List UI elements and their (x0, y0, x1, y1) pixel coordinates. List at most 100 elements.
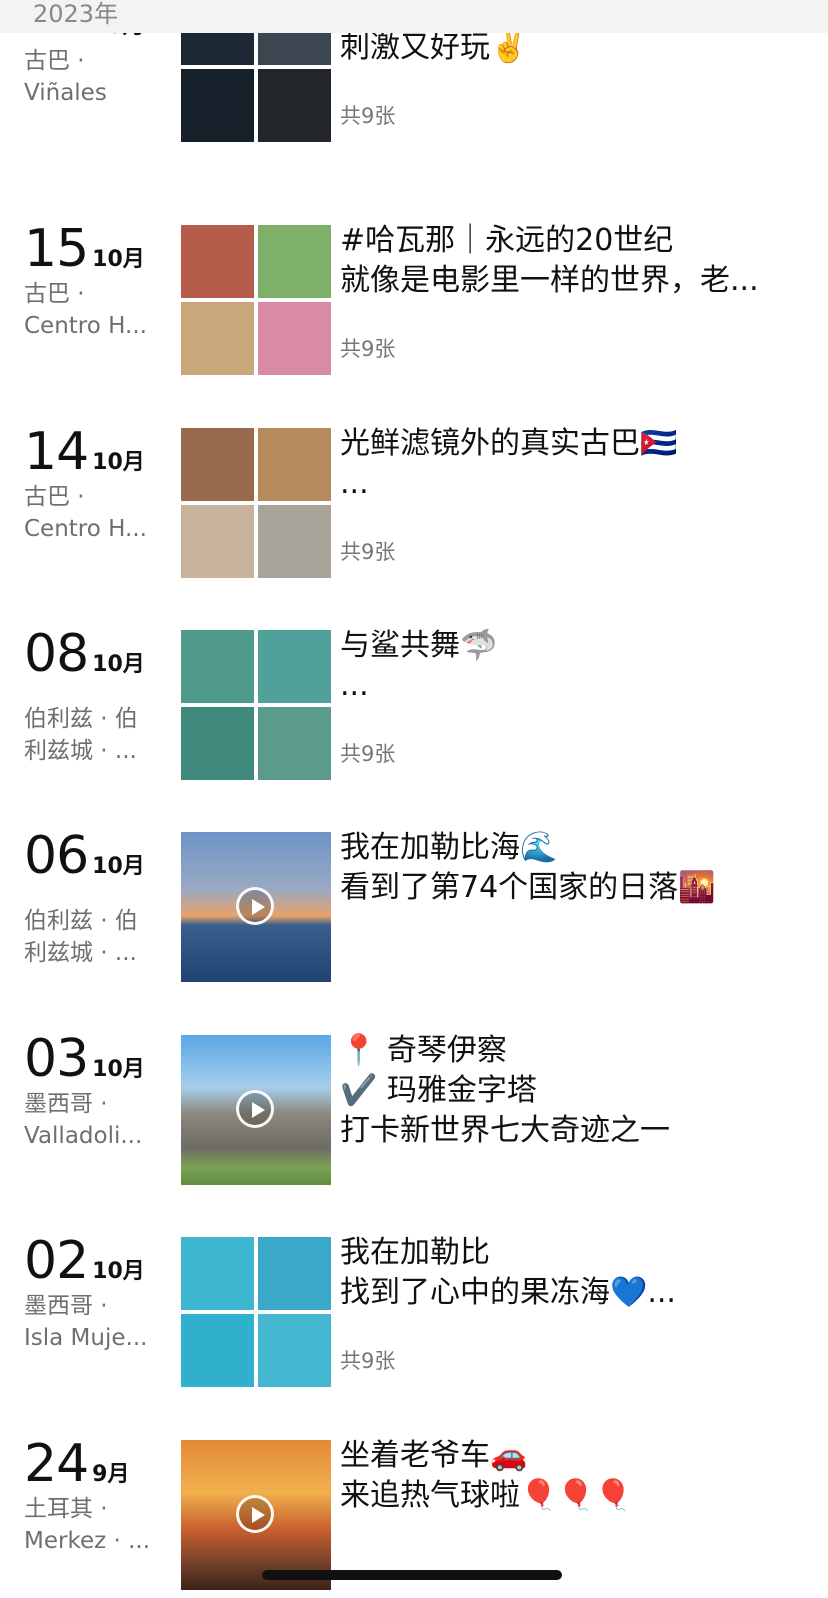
photo-count: 共9张 (340, 540, 396, 564)
play-icon[interactable] (236, 887, 274, 925)
moments-timeline[interactable]: 2023年 1710月古巴 ·Viñales溶洞探险🧗刺激又好玩✌️共9张151… (0, 0, 828, 1598)
photo-cell (258, 1237, 331, 1310)
video-thumbnail (181, 832, 331, 982)
post-month: 9月 (92, 1462, 130, 1487)
post-location-line: Valladoli... (24, 1123, 143, 1149)
video-thumbnail (181, 1035, 331, 1185)
play-icon[interactable] (236, 1495, 274, 1533)
caption-line: 刺激又好玩✌️ (340, 30, 528, 65)
photo-cell (181, 302, 254, 375)
caption-line: 我在加勒比海🌊 (340, 830, 558, 865)
post-date-column: 08 10月 伯利兹 · 伯利兹城 · ... (24, 626, 169, 766)
post-thumbnail[interactable] (181, 1237, 331, 1387)
post-caption[interactable]: 与鲨共舞🦈... (340, 626, 810, 706)
post-location-line: 古巴 · (24, 484, 85, 510)
post-date-column: 02 10月 墨西哥 · Isla Muje... (24, 1233, 169, 1353)
caption-line: 光鲜滤镜外的真实古巴🇨🇺 (340, 426, 678, 461)
post-day: 06 (24, 826, 89, 886)
post-date: 02 10月 (24, 1233, 169, 1289)
play-icon[interactable] (236, 1090, 274, 1128)
video-thumbnail (181, 1440, 331, 1590)
post-thumbnail[interactable] (181, 832, 331, 982)
photo-grid (181, 1237, 331, 1387)
timeline-post[interactable]: 15 10月古巴 · Centro H... #哈瓦那｜永远的20世纪就像是电影里一样… (0, 221, 828, 375)
post-date-column: 14 10月 古巴 · Centro H... (24, 424, 169, 544)
timeline-post[interactable]: 06 10月伯利兹 · 伯利兹城 · ... 我在加勒比海🌊 看到了第74个国家的日落… (0, 828, 828, 982)
post-date-column: 24 9月 土耳其 · Merkez · ... (24, 1436, 169, 1556)
photo-cell (181, 1237, 254, 1310)
photo-cell (258, 225, 331, 298)
post-day: 03 (24, 1029, 89, 1089)
photo-cell (181, 225, 254, 298)
post-month: 10月 (92, 854, 145, 879)
caption-line: 我在加勒比 (340, 1235, 490, 1270)
photo-cell (181, 69, 254, 142)
timeline-post[interactable]: 24 9月 土耳其 · Merkez · ... 坐着老爷车🚗 来追热气球啦🎈🎈🎈 (0, 1436, 828, 1590)
post-location-line: 利兹城 · ... (24, 738, 137, 764)
post-thumbnail[interactable] (181, 1440, 331, 1590)
timeline-post[interactable]: 14 10月 古巴 · Centro H... 光鲜滤镜外的真实古巴🇨🇺... 共9张 (0, 424, 828, 578)
photo-cell (258, 505, 331, 578)
post-location-line: 古巴 · (24, 281, 85, 307)
post-date: 06 10月 (24, 828, 169, 884)
post-date: 24 9月 (24, 1436, 169, 1492)
post-location-line: 古巴 · (24, 48, 85, 74)
caption-line: 就像是电影里一样的世界，老... (340, 263, 759, 298)
caption-line: 看到了第74个国家的日落🌇 (340, 870, 716, 905)
year-header: 2023年 (0, 0, 828, 33)
photo-cell (258, 630, 331, 703)
post-caption[interactable]: 我在加勒比海🌊 看到了第74个国家的日落🌇 (340, 828, 810, 908)
post-day: 24 (24, 1434, 89, 1494)
photo-grid (181, 225, 331, 375)
post-location-line: 伯利兹 · 伯 (24, 908, 138, 934)
post-day: 02 (24, 1231, 89, 1291)
caption-line: 与鲨共舞🦈 (340, 628, 498, 663)
post-caption[interactable]: 我在加勒比找到了心中的果冻海💙... (340, 1233, 810, 1313)
post-caption[interactable]: 光鲜滤镜外的真实古巴🇨🇺... (340, 424, 810, 504)
post-date: 14 10月 (24, 424, 169, 480)
post-month: 10月 (92, 247, 145, 272)
post-thumbnail[interactable] (181, 630, 331, 780)
timeline-post[interactable]: 02 10月 墨西哥 · Isla Muje... 我在加勒比找到了心中的果冻海💙...… (0, 1233, 828, 1387)
post-date: 03 10月 (24, 1031, 169, 1087)
photo-count: 共9张 (340, 742, 396, 766)
photo-grid (181, 428, 331, 578)
home-indicator[interactable] (262, 1570, 562, 1580)
post-location-line: Viñales (24, 80, 107, 106)
caption-line: ... (340, 466, 369, 501)
post-day: 08 (24, 624, 89, 684)
timeline-post[interactable]: 03 10月墨西哥 · Valladoli... 📍 奇琴伊察 ✔️ 玛雅金字塔 打卡新世… (0, 1031, 828, 1185)
photo-grid (181, 630, 331, 780)
photo-cell (258, 69, 331, 142)
caption-line: 来追热气球啦🎈🎈🎈 (340, 1478, 633, 1513)
photo-cell (258, 707, 331, 780)
post-thumbnail[interactable] (181, 1035, 331, 1185)
post-location-line: Centro H... (24, 313, 147, 339)
timeline-post[interactable]: 08 10月 伯利兹 · 伯利兹城 · ... 与鲨共舞🦈... 共9张 (0, 626, 828, 780)
photo-cell (258, 428, 331, 501)
post-location-line: Isla Muje... (24, 1325, 148, 1351)
caption-line: 找到了心中的果冻海💙... (340, 1275, 676, 1310)
post-caption[interactable]: #哈瓦那｜永远的20世纪就像是电影里一样的世界，老... (340, 221, 810, 301)
post-location-line: 利兹城 · ... (24, 940, 137, 966)
photo-count: 共9张 (340, 1349, 396, 1373)
post-date-column: 03 10月墨西哥 · Valladoli... (24, 1031, 169, 1151)
post-date: 15 10月 (24, 221, 169, 277)
caption-line: 打卡新世界七大奇迹之一 (340, 1113, 670, 1148)
post-thumbnail[interactable] (181, 428, 331, 578)
post-date-column: 15 10月古巴 · Centro H... (24, 221, 169, 341)
post-month: 10月 (92, 1057, 145, 1082)
post-month: 10月 (92, 652, 145, 677)
photo-cell (181, 630, 254, 703)
post-caption[interactable]: 坐着老爷车🚗 来追热气球啦🎈🎈🎈 (340, 1436, 810, 1516)
caption-line: #哈瓦那｜永远的20世纪 (340, 223, 674, 258)
photo-cell (258, 302, 331, 375)
post-caption[interactable]: 📍 奇琴伊察 ✔️ 玛雅金字塔 打卡新世界七大奇迹之一 (340, 1031, 810, 1151)
post-date: 08 10月 (24, 626, 169, 682)
post-location-line: 墨西哥 · (24, 1091, 108, 1117)
post-location-line: Merkez · ... (24, 1528, 151, 1554)
post-date-column: 06 10月伯利兹 · 伯利兹城 · ... (24, 828, 169, 968)
photo-count: 共9张 (340, 104, 396, 128)
post-month: 10月 (92, 1259, 145, 1284)
post-thumbnail[interactable] (181, 225, 331, 375)
